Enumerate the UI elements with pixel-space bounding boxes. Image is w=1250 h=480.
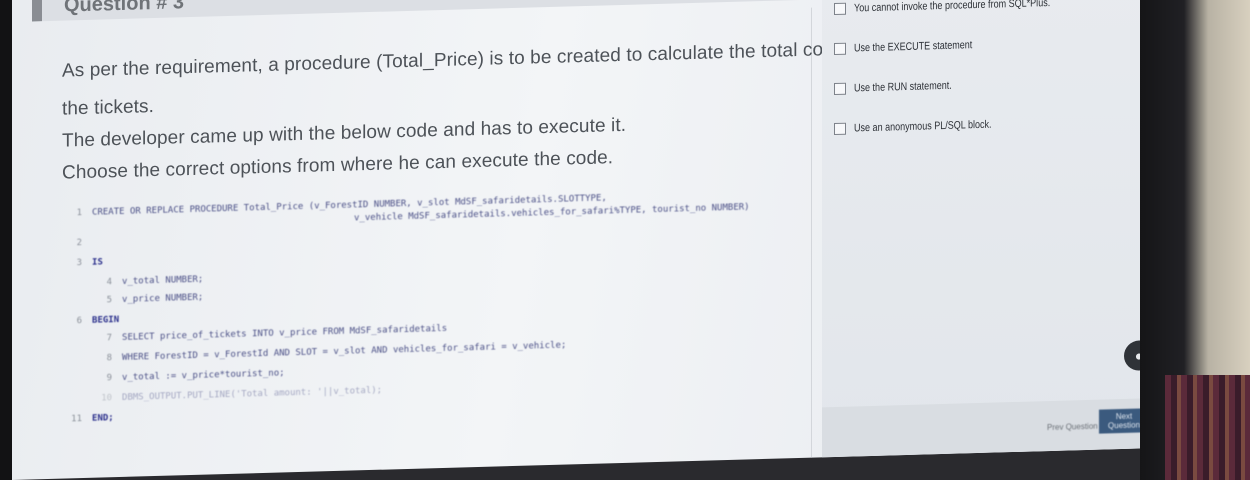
line-number: 2 (76, 238, 82, 249)
question-text-line-3: The developer came up with the below cod… (62, 114, 627, 152)
question-text-line-1: As per the requirement, a procedure (Tot… (62, 38, 860, 82)
line-number: 1 (76, 208, 82, 219)
line-number: 3 (76, 258, 82, 269)
option-3-checkbox[interactable] (834, 82, 846, 96)
option-2-label: Use the EXECUTE statement (854, 39, 973, 55)
question-text-line-2: the tickets. (62, 96, 155, 120)
option-4[interactable]: Use an anonymous PL/SQL block. (834, 118, 1022, 136)
code-text: v_total NUMBER; (122, 274, 204, 287)
code-line: 10 DBMS_OUTPUT.PUT_LINE('Total amount: '|… (84, 386, 382, 410)
code-block: 1 CREATE OR REPLACE PROCEDURE Total_Price… (54, 188, 794, 449)
line-number: 8 (106, 353, 112, 364)
question-number: Question # 3 (64, 0, 185, 17)
code-text: BEGIN (92, 315, 120, 326)
code-line: 9 v_total := v_price*tourist_no; (84, 368, 285, 390)
code-text: END; (92, 413, 114, 424)
line-number: 9 (106, 373, 112, 384)
screen: Question # 3 As per the requirement, a p… (12, 0, 1162, 480)
code-line: 4 v_total NUMBER; (84, 274, 204, 294)
option-1-checkbox[interactable] (834, 2, 846, 16)
code-text: SELECT price_of_tickets INTO v_price FRO… (122, 323, 448, 343)
option-2[interactable]: Use the EXECUTE statement (834, 38, 998, 56)
code-text: v_total := v_price*tourist_no; (122, 368, 285, 383)
code-text: DBMS_OUTPUT.PUT_LINE('Total amount: '||v… (122, 385, 383, 403)
line-number: 10 (101, 393, 112, 404)
options-panel: You cannot invoke the procedure from SQL… (822, 0, 1162, 458)
background-fabric (1165, 375, 1250, 480)
line-number: 6 (76, 316, 82, 327)
code-line: 2 (54, 238, 92, 255)
option-1-label: You cannot invoke the procedure from SQL… (854, 0, 1051, 15)
option-2-checkbox[interactable] (834, 42, 846, 56)
code-text: IS (92, 257, 103, 268)
prev-question-link[interactable]: Prev Question (1047, 422, 1098, 432)
code-line: 11 END; (54, 413, 114, 431)
code-line: 6 BEGIN (54, 315, 120, 333)
option-3[interactable]: Use the RUN statement. (834, 79, 973, 96)
option-4-checkbox[interactable] (834, 122, 846, 136)
code-line: 3 IS (54, 257, 103, 274)
question-panel: As per the requirement, a procedure (Tot… (32, 7, 860, 480)
line-number: 11 (71, 414, 82, 425)
option-1[interactable]: You cannot invoke the procedure from SQL… (834, 0, 1093, 16)
code-line: 5 v_price NUMBER; (84, 292, 204, 312)
line-number: 7 (106, 333, 112, 344)
option-3-label: Use the RUN statement. (854, 79, 952, 95)
line-number: 4 (106, 277, 112, 288)
line-number: 5 (106, 295, 112, 306)
option-4-label: Use an anonymous PL/SQL block. (854, 118, 992, 135)
code-text: v_price NUMBER; (122, 292, 204, 305)
question-text-line-4: Choose the correct options from where he… (62, 147, 614, 184)
monitor-bezel-left (0, 0, 12, 480)
